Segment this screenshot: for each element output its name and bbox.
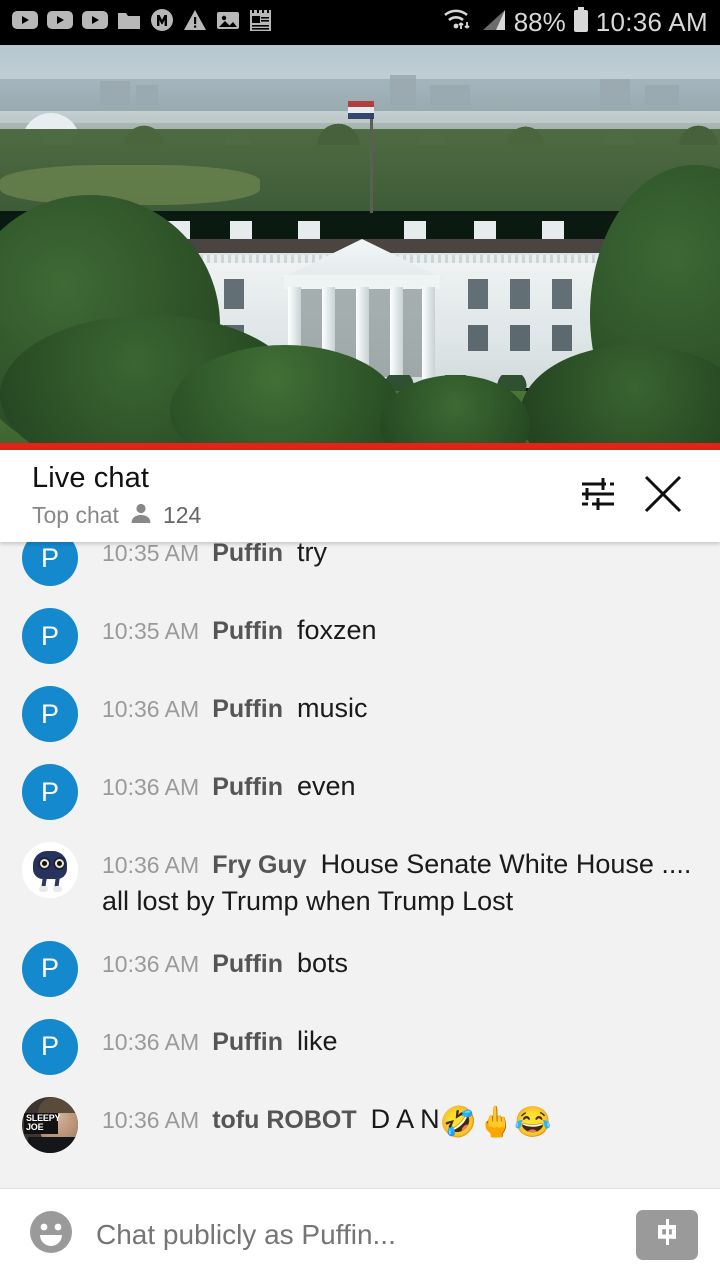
message-author[interactable]: Fry Guy [212, 851, 306, 879]
chat-message-row[interactable]: P 10:35 AM Puffin foxzen [0, 597, 720, 675]
notepad-icon [249, 8, 272, 37]
message-timestamp: 10:35 AM [102, 542, 200, 566]
avatar-letter[interactable]: P [22, 764, 78, 820]
emoji-smiley-icon [26, 1207, 76, 1262]
message-author[interactable]: Puffin [212, 695, 283, 723]
message-timestamp: 10:36 AM [102, 1028, 200, 1055]
status-bar-notification-icons [12, 8, 272, 37]
video-progress-bar[interactable] [0, 443, 720, 450]
chat-message-row[interactable]: P 10:35 AM Puffin try [0, 542, 720, 597]
m-circle-icon [150, 8, 174, 37]
avatar-letter[interactable]: P [22, 940, 78, 997]
chat-message-body: 10:36 AM Fry Guy House Senate White House … [78, 842, 702, 919]
live-chat-header: Live chat Top chat 124 [0, 450, 720, 542]
avatar-letter[interactable]: P [22, 542, 78, 586]
warning-triangle-icon [183, 9, 207, 36]
message-author[interactable]: Puffin [212, 617, 283, 645]
viewer-count-label: 124 [162, 501, 202, 528]
youtube-icon [12, 10, 38, 35]
avatar-image-tofu[interactable]: SLEEPY JOE [22, 1096, 78, 1153]
message-emoji: 😂 [514, 1105, 552, 1139]
video-player[interactable] [0, 45, 720, 450]
dollar-superchat-icon [650, 1215, 684, 1254]
american-flag [348, 101, 374, 119]
chat-message-row[interactable]: P 10:36 AM Puffin even [0, 753, 720, 831]
message-emoji: 🤣 [439, 1105, 477, 1139]
app-root: 88% 10:36 AM Live chat Top chat 124 P 10… [0, 0, 720, 1280]
message-text: like [297, 1025, 338, 1056]
close-chat-button[interactable] [630, 463, 696, 529]
chat-input-bar [0, 1188, 720, 1280]
chat-message-row[interactable]: 10:36 AM Fry Guy House Senate White House … [0, 831, 720, 930]
status-bar: 88% 10:36 AM [0, 0, 720, 45]
chat-message-body: 10:36 AM tofu ROBOT D A N🤣🖕😂 [78, 1097, 702, 1143]
folder-icon [117, 10, 141, 36]
signal-icon [481, 8, 507, 37]
message-emoji: 🖕 [477, 1105, 515, 1139]
chat-message-body: 10:35 AM Puffin try [78, 542, 702, 571]
chat-message-body: 10:36 AM Puffin bots [78, 941, 702, 982]
chat-header-subline: Top chat 124 [32, 501, 564, 530]
tune-filter-icon [576, 473, 618, 520]
message-text: foxzen [297, 615, 377, 645]
status-bar-system-icons: 88% 10:36 AM [442, 7, 708, 38]
avatar-letter[interactable]: P [22, 1018, 78, 1075]
chat-message-body: 10:35 AM Puffin foxzen [78, 608, 702, 649]
close-icon [640, 471, 686, 522]
message-timestamp: 10:36 AM [102, 696, 200, 722]
chat-message-row[interactable]: P 10:36 AM Puffin bots [0, 930, 720, 1008]
chat-message-body: 10:36 AM Puffin like [78, 1019, 702, 1060]
youtube-icon [82, 10, 108, 35]
super-chat-button[interactable] [636, 1209, 698, 1260]
emoji-picker-button[interactable] [24, 1208, 78, 1262]
message-text: bots [297, 947, 349, 978]
message-timestamp: 10:36 AM [102, 950, 200, 977]
battery-percent-label: 88% [513, 7, 566, 37]
chat-filter-button[interactable] [564, 463, 630, 529]
youtube-icon [47, 10, 73, 35]
message-author[interactable]: tofu ROBOT [212, 1106, 356, 1134]
chat-input-field[interactable] [96, 1218, 618, 1251]
clock-label: 10:36 AM [595, 7, 708, 37]
chat-mode-label[interactable]: Top chat [32, 502, 119, 529]
chat-message-body: 10:36 AM Puffin even [78, 764, 702, 805]
message-author[interactable]: Puffin [212, 1028, 283, 1056]
chat-header-titles: Live chat Top chat 124 [32, 462, 564, 529]
message-text: D A N [370, 1103, 440, 1134]
person-icon [129, 501, 153, 530]
message-timestamp: 10:36 AM [102, 774, 200, 800]
avatar-image-fryguy[interactable] [22, 842, 78, 898]
battery-icon [573, 7, 589, 38]
video-frame-whitehouse [0, 45, 720, 450]
video-progress-played [0, 443, 720, 450]
chat-message-list[interactable]: P 10:35 AM Puffin try P 10:35 AM Puffin foxzen P… [0, 542, 720, 1188]
message-author[interactable]: Puffin [212, 950, 283, 978]
message-author[interactable]: Puffin [212, 542, 283, 567]
message-timestamp: 10:35 AM [102, 618, 200, 644]
message-text: even [297, 771, 356, 801]
chat-message-row[interactable]: P 10:36 AM Puffin music [0, 675, 720, 753]
avatar-letter[interactable]: P [22, 686, 78, 742]
page-title: Live chat [32, 462, 149, 495]
chat-message-row[interactable]: SLEEPY JOE 10:36 AM tofu ROBOT D A N🤣🖕😂 [0, 1086, 720, 1164]
message-text: try [297, 542, 328, 567]
chat-message-body: 10:36 AM Puffin music [78, 686, 702, 727]
image-icon [216, 10, 240, 36]
wifi-icon [442, 7, 474, 38]
message-author[interactable]: Puffin [212, 773, 283, 801]
avatar-letter[interactable]: P [22, 608, 78, 664]
message-timestamp: 10:36 AM [102, 852, 200, 878]
message-text: music [297, 693, 368, 723]
chat-message-row[interactable]: P 10:36 AM Puffin like [0, 1008, 720, 1086]
message-timestamp: 10:36 AM [102, 1106, 200, 1133]
